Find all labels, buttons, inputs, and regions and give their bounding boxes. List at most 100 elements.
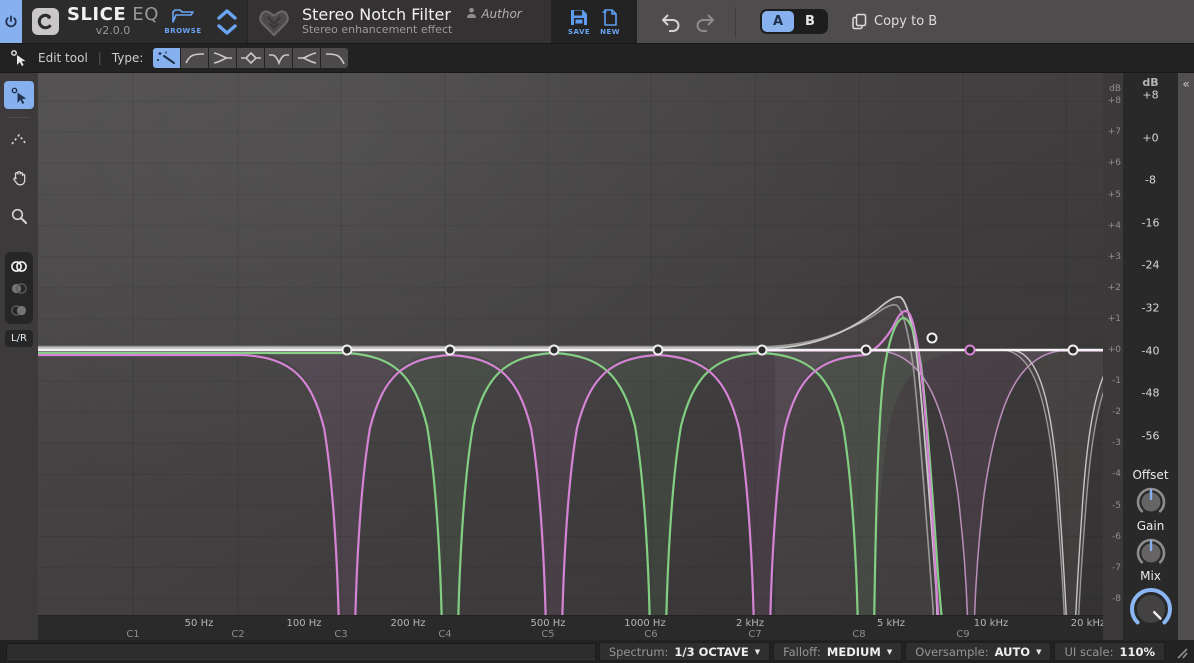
gain-scale-+2: +2	[1108, 283, 1121, 293]
control-point-2[interactable]	[446, 346, 455, 355]
zoom-tool-button[interactable]	[4, 202, 34, 230]
header-divider	[735, 7, 736, 37]
channel-both-button[interactable]	[7, 257, 31, 275]
type-button-peak[interactable]	[237, 48, 264, 68]
control-point-4[interactable]	[654, 346, 663, 355]
freq-label-10-kHz: 10 kHz	[974, 618, 1008, 629]
preset-author: Author	[481, 7, 521, 21]
main-area: L/R 50 Hz100 Hz200 Hz500 Hz1000 Hz2 kHz5…	[0, 73, 1194, 640]
mix-knob-block: Mix	[1123, 569, 1178, 632]
note-label-C3: C3	[334, 629, 347, 640]
high-shelf-icon	[295, 50, 319, 66]
falloff-control[interactable]: Falloff:MEDIUM▼	[773, 642, 902, 661]
freq-label-20-kHz: 20 kHz	[1071, 618, 1105, 629]
channel-right-icon	[9, 304, 29, 317]
channel-right-button[interactable]	[7, 301, 31, 319]
spectrum-control[interactable]: Spectrum:1/3 OCTAVE▼	[599, 642, 770, 661]
eq-graph[interactable]	[38, 73, 1103, 615]
eq-curves-canvas[interactable]	[38, 73, 1103, 615]
chevron-down-icon[interactable]	[216, 23, 238, 36]
control-point-3[interactable]	[550, 346, 559, 355]
new-label: NEW	[600, 28, 620, 36]
resize-grip[interactable]	[1172, 645, 1188, 659]
redo-button[interactable]	[693, 12, 717, 32]
note-label-C8: C8	[852, 629, 865, 640]
control-point-1[interactable]	[343, 346, 352, 355]
edit-toolbar: Edit tool | Type:	[0, 44, 1194, 73]
status-bar: Spectrum:1/3 OCTAVE▼Falloff:MEDIUM▼Overs…	[0, 640, 1194, 663]
type-button-high-shelf[interactable]	[293, 48, 320, 68]
offset-knob-label: Offset	[1132, 468, 1168, 482]
kilohearts-heart-icon[interactable]	[256, 6, 292, 38]
sketch-tool-icon	[10, 131, 28, 149]
collapse-panel-icon[interactable]: «	[1178, 73, 1194, 91]
toolbar-separator	[8, 117, 30, 118]
control-point-5[interactable]	[758, 346, 767, 355]
app-name: SLICE	[67, 4, 126, 25]
edit-tool-button[interactable]	[4, 81, 34, 109]
oversample-dropdown-caret: ▼	[1036, 648, 1041, 656]
pan-tool-icon	[10, 169, 28, 187]
edit-tool-icon	[10, 86, 28, 104]
slice-eq-logo-icon	[32, 8, 59, 35]
sketch-tool-button[interactable]	[4, 126, 34, 154]
freq-label-2-kHz: 2 kHz	[736, 618, 764, 629]
freq-label-1000-Hz: 1000 Hz	[624, 618, 665, 629]
grid	[38, 73, 1103, 615]
type-button-notch[interactable]	[265, 48, 292, 68]
spectrum-scale--48: -48	[1123, 387, 1178, 400]
preset-subtitle: Stereo enhancement effect	[302, 24, 452, 37]
gain-scale--2: -2	[1112, 407, 1121, 417]
app-name-suffix: EQ	[132, 4, 159, 25]
ui-scale-control[interactable]: UI scale: 110%	[1054, 642, 1165, 661]
gain-scale-+7: +7	[1108, 127, 1121, 137]
type-button-high-cut[interactable]	[321, 48, 348, 68]
type-button-low-cut[interactable]	[181, 48, 208, 68]
lr-mode-button[interactable]: L/R	[5, 330, 33, 347]
pan-tool-button[interactable]	[4, 164, 34, 192]
new-button[interactable]: NEW	[600, 8, 620, 36]
spectrum-scale--8: -8	[1123, 174, 1178, 187]
chevron-up-icon[interactable]	[216, 8, 238, 21]
ui-scale-value: 110%	[1119, 645, 1155, 659]
spectrum-scale--32: -32	[1123, 302, 1178, 315]
control-point-8[interactable]	[966, 346, 975, 355]
power-button[interactable]	[0, 0, 22, 43]
auto-wand-icon	[155, 50, 179, 66]
falloff-label: Falloff:	[783, 645, 821, 659]
undo-button[interactable]	[659, 12, 683, 32]
edit-tool-label: Edit tool	[38, 51, 88, 65]
gain-scale--7: -7	[1112, 563, 1121, 573]
note-label-C1: C1	[126, 629, 139, 640]
browse-button[interactable]: BROWSE	[160, 0, 206, 43]
freq-label-5-kHz: 5 kHz	[877, 618, 905, 629]
gain-scale-+3: +3	[1108, 252, 1121, 262]
control-point-7[interactable]	[928, 334, 937, 343]
save-new-section: SAVE NEW	[551, 0, 637, 43]
mix-knob[interactable]	[1128, 586, 1174, 632]
offset-knob-block: Offset	[1123, 468, 1178, 519]
low-shelf-icon	[211, 50, 235, 66]
oversample-control[interactable]: Oversample:AUTO▼	[905, 642, 1051, 661]
control-point-9[interactable]	[1069, 346, 1078, 355]
preset-title[interactable]: Stereo Notch Filter	[302, 6, 452, 24]
freq-label-500-Hz: 500 Hz	[530, 618, 565, 629]
copy-to-b-button[interactable]: Copy to B	[852, 13, 937, 30]
mix-knob-label: Mix	[1140, 569, 1161, 583]
channel-both-icon	[9, 260, 29, 273]
type-button-low-shelf[interactable]	[209, 48, 236, 68]
slice-eq-window: SLICE EQ v2.0.0 BROWSE	[0, 0, 1194, 663]
channel-left-button[interactable]	[7, 279, 31, 297]
copy-to-b-label: Copy to B	[874, 14, 937, 29]
note-label-C9: C9	[956, 629, 969, 640]
gain-knob[interactable]	[1134, 536, 1168, 570]
ab-toggle-a[interactable]: A	[762, 11, 794, 32]
offset-knob[interactable]	[1134, 485, 1168, 519]
ui-scale-label: UI scale:	[1064, 645, 1113, 659]
ab-toggle-b[interactable]: B	[794, 11, 826, 32]
type-button-auto-wand[interactable]	[153, 48, 180, 68]
spectrum-scale-+0: +0	[1123, 131, 1178, 144]
control-point-6[interactable]	[862, 346, 871, 355]
save-button[interactable]: SAVE	[568, 8, 590, 36]
gain-scale--6: -6	[1112, 532, 1121, 542]
